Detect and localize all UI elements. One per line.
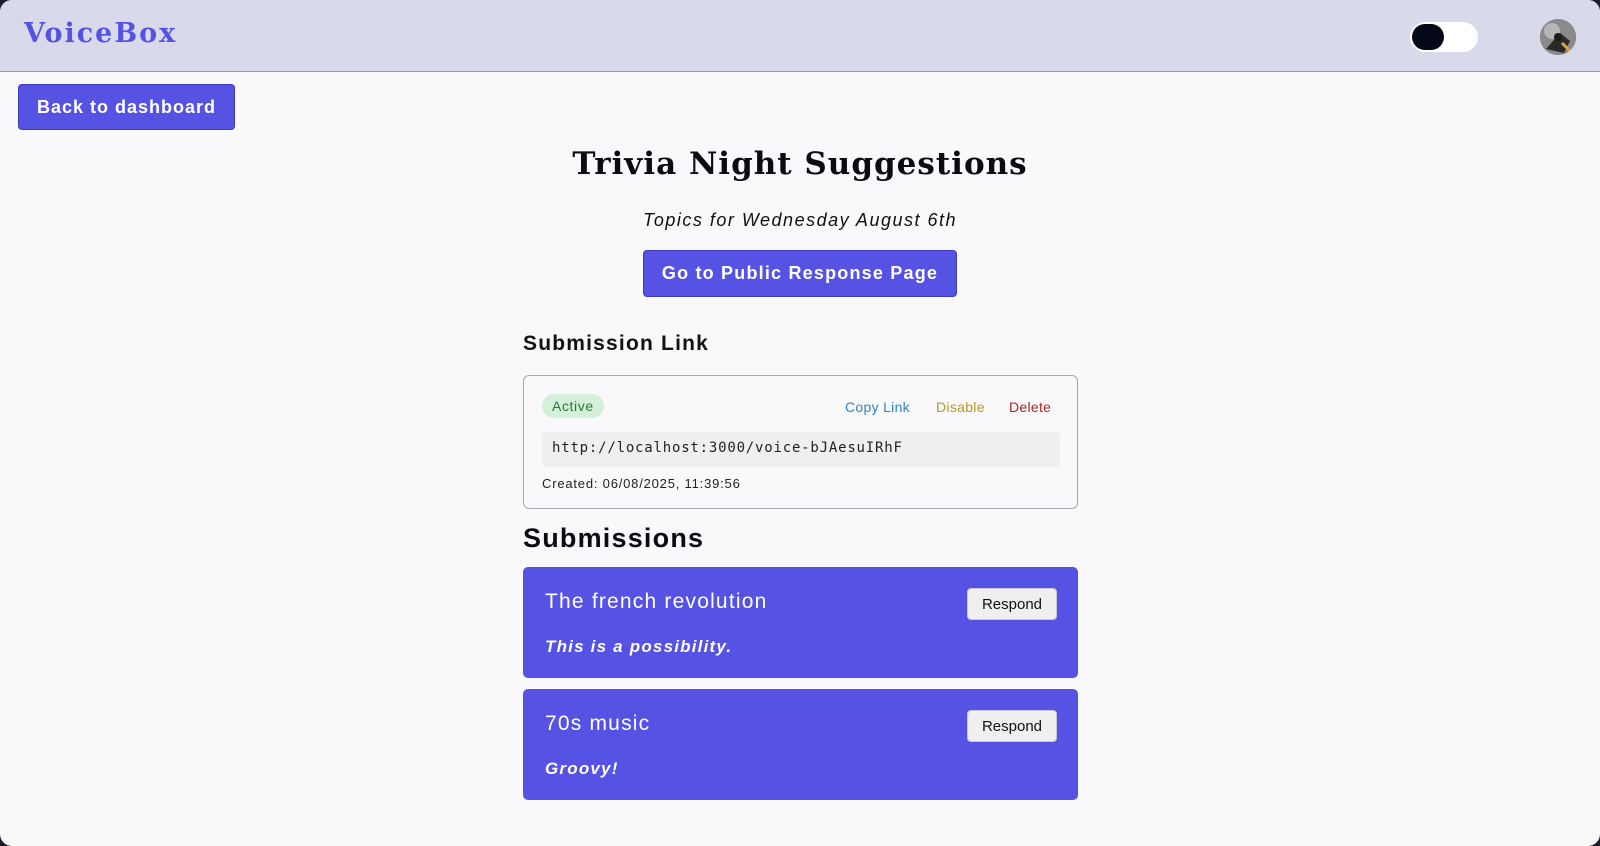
public-response-page-button[interactable]: Go to Public Response Page	[643, 250, 957, 297]
submission-title: 70s music	[545, 712, 651, 735]
toggle-knob	[1412, 24, 1444, 50]
delete-link-button[interactable]: Delete	[1009, 399, 1051, 415]
submission-url[interactable]: http://localhost:3000/voice-bJAesuIRhF	[542, 432, 1060, 467]
page-subtitle: Topics for Wednesday August 6th	[643, 210, 957, 230]
brand-logo[interactable]: VoiceBox	[24, 18, 177, 49]
status-badge: Active	[542, 394, 604, 418]
submission-card: 70s music Respond Groovy!	[523, 689, 1078, 800]
submission-card: The french revolution Respond This is a …	[523, 567, 1078, 678]
user-avatar-icon[interactable]	[1540, 19, 1576, 55]
back-to-dashboard-button[interactable]: Back to dashboard	[18, 84, 235, 130]
submission-response: Groovy!	[545, 759, 619, 778]
top-navbar: VoiceBox	[0, 0, 1600, 72]
disable-link-button[interactable]: Disable	[936, 399, 985, 415]
respond-button[interactable]: Respond	[967, 710, 1057, 742]
avatar-image	[1540, 19, 1576, 55]
submission-link-card: Active Copy Link Disable Delete http://l…	[523, 375, 1078, 509]
submission-response: This is a possibility.	[545, 637, 733, 656]
created-timestamp: Created: 06/08/2025, 11:39:56	[542, 476, 741, 491]
copy-link-button[interactable]: Copy Link	[845, 399, 910, 415]
submission-title: The french revolution	[545, 590, 768, 613]
submission-link-heading: Submission Link	[523, 332, 710, 355]
app-window: VoiceBox Back to dashboard Trivia Night …	[0, 0, 1600, 846]
page-title: Trivia Night Suggestions	[572, 146, 1028, 182]
submissions-heading: Submissions	[523, 523, 705, 553]
theme-toggle[interactable]	[1410, 22, 1478, 52]
respond-button[interactable]: Respond	[967, 588, 1057, 620]
